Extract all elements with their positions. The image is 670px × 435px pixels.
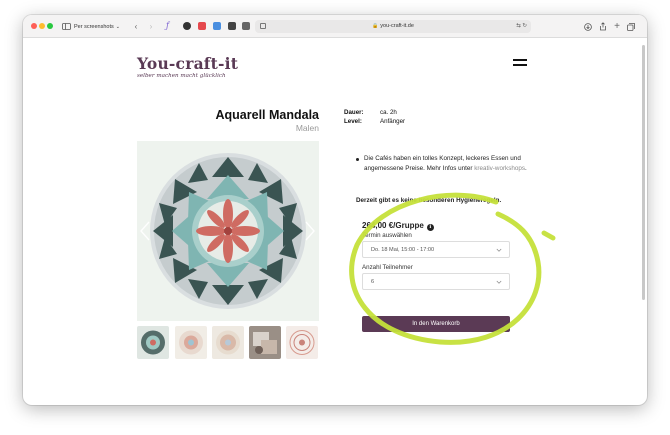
back-arrow-icon[interactable]: ‹ [132, 20, 140, 33]
thumbnail-1[interactable] [137, 326, 169, 359]
zoom-window-button[interactable] [47, 23, 53, 29]
thumbnail-2[interactable] [175, 326, 207, 359]
info-icon[interactable]: i [426, 224, 434, 231]
share-icon[interactable] [599, 20, 607, 33]
pocket-extension-icon[interactable] [198, 22, 206, 30]
browser-toolbar: Per screenshots ⌄ ‹ › ƒ 🔒 you-craft-it.de… [23, 15, 647, 38]
grid-extension-icon[interactable] [242, 22, 250, 30]
close-window-button[interactable] [31, 23, 37, 29]
menu-hamburger-icon[interactable] [513, 59, 527, 68]
minimize-window-button[interactable] [39, 23, 45, 29]
date-select[interactable]: Do. 18 Mai, 15:00 - 17:00 [362, 241, 510, 258]
lock-icon: 🔒 [372, 23, 379, 29]
document-extension-icon[interactable] [213, 22, 221, 30]
previous-image-arrow-icon[interactable] [139, 221, 151, 241]
hygiene-note: Derzeit gibt es keine besonderen Hygiene… [356, 197, 502, 204]
description-bullet: Die Cafés haben ein tolles Konzept, leck… [364, 154, 544, 174]
level-label: Level: [344, 118, 362, 125]
chevron-down-icon: ⌄ [115, 23, 120, 30]
browser-window: Per screenshots ⌄ ‹ › ƒ 🔒 you-craft-it.de… [23, 15, 647, 405]
page-scrollbar[interactable] [642, 45, 645, 300]
translate-and-reload-icon[interactable]: ⇆ ↻ [516, 23, 527, 29]
dark-mode-extension-icon[interactable] [183, 22, 191, 30]
date-select-label: Termin auswählen [362, 232, 412, 239]
workshops-link[interactable]: kreativ-workshops [474, 165, 525, 172]
duration-label: Dauer: [344, 109, 364, 116]
forward-arrow-icon[interactable]: › [147, 20, 155, 33]
chevron-down-icon [496, 248, 502, 252]
date-select-value: Do. 18 Mai, 15:00 - 17:00 [371, 247, 435, 253]
product-category: Malen [295, 123, 319, 133]
participants-select-value: 6 [371, 279, 375, 285]
chevron-down-icon [496, 280, 502, 284]
description-end: . [525, 165, 527, 172]
level-value: Anfänger [380, 118, 406, 125]
tab-group-label: Per screenshots [74, 23, 114, 30]
next-image-arrow-icon[interactable] [304, 221, 316, 241]
tab-group-selector[interactable]: Per screenshots ⌄ [74, 20, 120, 33]
site-tagline: selber machen macht glücklich [137, 73, 226, 79]
bullet-point [356, 158, 359, 161]
font-extension-icon[interactable]: ƒ [166, 21, 176, 30]
address-bar[interactable]: 🔒 you-craft-it.de ⇆ ↻ [255, 20, 531, 33]
thumbnail-3[interactable] [212, 326, 244, 359]
new-tab-icon[interactable]: + [613, 20, 621, 33]
duration-value: ca. 2h [380, 109, 397, 116]
participants-select-label: Anzahl Teilnehmer [362, 264, 413, 271]
add-to-cart-button[interactable]: In den Warenkorb [362, 316, 510, 332]
url-text: you-craft-it.de [380, 23, 414, 29]
sidebar-toggle-icon[interactable] [61, 20, 71, 33]
screenshot-extension-icon[interactable] [228, 22, 236, 30]
download-icon[interactable] [584, 20, 592, 33]
price-display: 264,00 €/Gruppe i [362, 221, 434, 231]
site-logo[interactable]: You-craft-it [137, 54, 238, 73]
tab-overview-icon[interactable] [627, 20, 635, 33]
thumbnail-4[interactable] [249, 326, 281, 359]
product-main-image [137, 141, 319, 321]
thumbnail-5[interactable] [286, 326, 318, 359]
price-value: 264,00 €/Gruppe [362, 221, 424, 230]
product-title: Aquarell Mandala [215, 108, 320, 122]
participants-select[interactable]: 6 [362, 273, 510, 290]
